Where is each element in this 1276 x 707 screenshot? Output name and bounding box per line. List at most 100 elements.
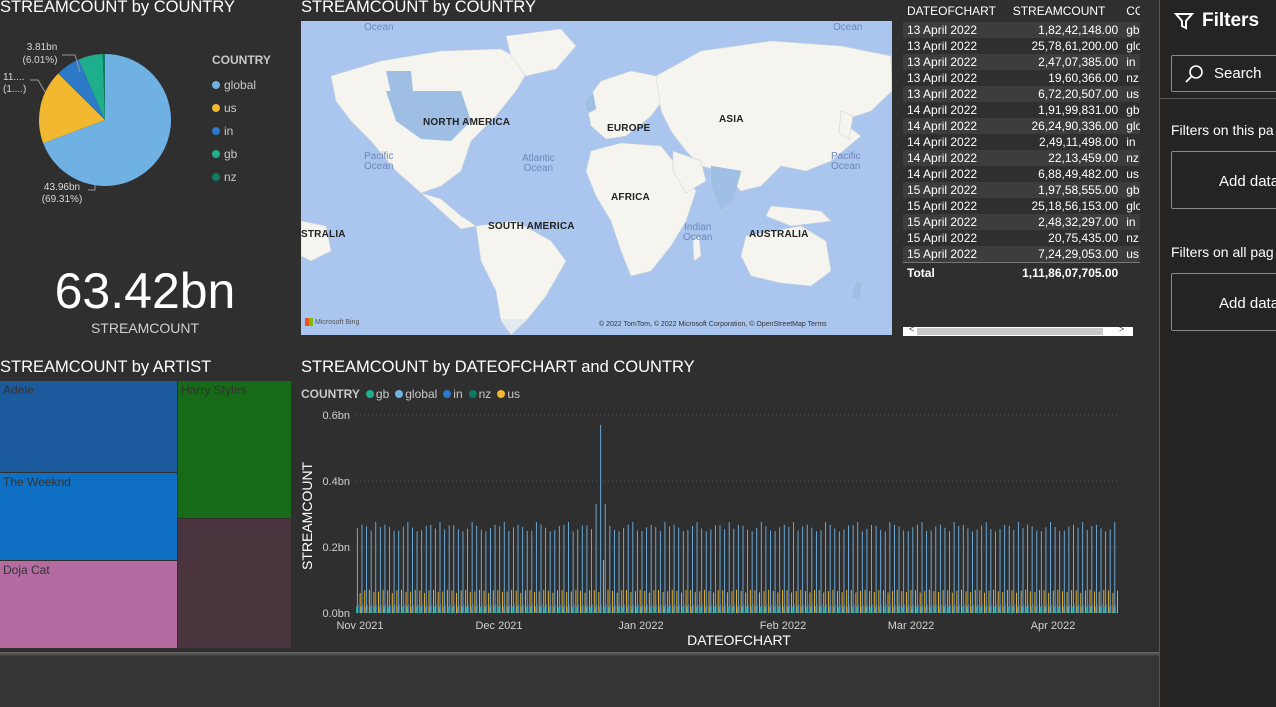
column-bar-in[interactable]: [982, 604, 984, 613]
column-bar-nz[interactable]: [381, 612, 383, 613]
column-bar-gb[interactable]: [613, 606, 614, 613]
column-bar-gb[interactable]: [796, 606, 798, 613]
table-row[interactable]: 14 April 2022 6,88,49,482.00 us: [903, 166, 1140, 182]
column-bar-us[interactable]: [501, 591, 503, 613]
column-bar-in[interactable]: [908, 604, 910, 613]
column-bar-us[interactable]: [593, 589, 595, 613]
column-bar-us[interactable]: [378, 591, 379, 613]
column-bar-us[interactable]: [396, 590, 398, 613]
column-bar-us[interactable]: [919, 592, 921, 613]
column-bar-us[interactable]: [791, 592, 793, 613]
column-bar-gb[interactable]: [948, 606, 950, 613]
column-bar-gb[interactable]: [994, 606, 995, 613]
column-bar-nz[interactable]: [1065, 612, 1067, 613]
column-bar-in[interactable]: [720, 604, 722, 613]
column-bar-us[interactable]: [694, 592, 696, 613]
column-bar-global[interactable]: [384, 524, 386, 613]
column-bar-gb[interactable]: [594, 606, 596, 613]
column-bar-gb[interactable]: [411, 606, 413, 613]
column-bar-in[interactable]: [766, 604, 768, 613]
column-bar-global[interactable]: [793, 522, 794, 613]
column-bar-in[interactable]: [692, 604, 694, 613]
column-bar-gb[interactable]: [544, 606, 546, 613]
column-bar-global[interactable]: [407, 522, 409, 613]
treemap[interactable]: Adele Harry Styles The Weeknd Doja Cat: [0, 381, 291, 648]
column-legend-item-in[interactable]: in: [443, 387, 463, 401]
column-bar-global[interactable]: [1022, 528, 1024, 613]
column-bar-us[interactable]: [1066, 591, 1068, 613]
column-bar-gb[interactable]: [961, 606, 963, 613]
column-bar-global[interactable]: [471, 522, 473, 613]
column-bar-us[interactable]: [511, 589, 513, 613]
column-bar-us[interactable]: [749, 590, 751, 613]
column-bar-us[interactable]: [846, 590, 848, 613]
column-bar-us[interactable]: [1020, 590, 1022, 613]
column-bar-in[interactable]: [922, 604, 924, 613]
column-bar-gb[interactable]: [1017, 606, 1018, 613]
column-bar-nz[interactable]: [836, 612, 838, 613]
column-bar-global[interactable]: [554, 530, 556, 613]
column-bar-gb[interactable]: [723, 606, 725, 613]
column-bar-in[interactable]: [1023, 604, 1025, 613]
column-bar-us[interactable]: [708, 590, 710, 613]
column-bar-gb[interactable]: [484, 606, 486, 613]
column-bar-gb[interactable]: [654, 606, 656, 613]
column-bar-global[interactable]: [875, 525, 877, 613]
column-bar-gb[interactable]: [406, 606, 408, 613]
column-bar-nz[interactable]: [983, 612, 984, 613]
column-bar-gb[interactable]: [787, 606, 789, 613]
column-bar-in[interactable]: [596, 604, 598, 613]
column-bar-us[interactable]: [667, 591, 669, 613]
column-bar-in[interactable]: [986, 604, 988, 613]
column-bar-us[interactable]: [745, 592, 747, 613]
column-bar-in[interactable]: [949, 604, 951, 613]
column-bar-global[interactable]: [623, 528, 625, 613]
column-bar-global[interactable]: [765, 526, 767, 613]
column-bar-global[interactable]: [1004, 525, 1006, 613]
column-bar-nz[interactable]: [748, 612, 750, 613]
column-bar-gb[interactable]: [489, 606, 491, 613]
column-bar-gb[interactable]: [502, 606, 504, 613]
column-bar-nz[interactable]: [1019, 612, 1021, 613]
column-bar-us[interactable]: [671, 589, 673, 613]
column-bar-global[interactable]: [806, 524, 808, 613]
table-row[interactable]: 15 April 2022 2,48,32,297.00 in: [903, 214, 1140, 230]
column-bar-us[interactable]: [364, 590, 366, 613]
column-bar-us[interactable]: [933, 591, 935, 613]
column-bar-nz[interactable]: [634, 612, 636, 613]
add-data-fields-all-pages[interactable]: Add data: [1171, 273, 1276, 331]
column-bar-nz[interactable]: [882, 612, 883, 613]
column-bar-gb[interactable]: [782, 606, 784, 613]
column-bar-gb[interactable]: [741, 606, 743, 613]
treemap-tile-harry-styles[interactable]: Harry Styles: [178, 381, 291, 518]
column-bar-global[interactable]: [659, 530, 661, 613]
column-bar-nz[interactable]: [363, 612, 365, 613]
column-bar-nz[interactable]: [992, 612, 994, 613]
column-bar-nz[interactable]: [519, 612, 521, 613]
column-bar-in[interactable]: [936, 604, 938, 613]
column-bar-in[interactable]: [1000, 604, 1002, 613]
column-bar-global[interactable]: [577, 529, 579, 613]
column-bar-nz[interactable]: [455, 612, 457, 613]
treemap-tile-adele[interactable]: Adele: [0, 381, 177, 472]
column-bar-global[interactable]: [604, 504, 606, 613]
column-bar-us[interactable]: [589, 590, 591, 613]
column-bar-in[interactable]: [669, 604, 671, 613]
column-bar-us[interactable]: [809, 592, 811, 613]
column-bar-global[interactable]: [756, 528, 758, 613]
column-bar-gb[interactable]: [525, 606, 527, 613]
column-bar-global[interactable]: [669, 526, 670, 613]
column-bar-nz[interactable]: [854, 612, 856, 613]
column-bar-in[interactable]: [481, 604, 483, 613]
column-bar-global[interactable]: [953, 522, 955, 613]
column-bar-global[interactable]: [802, 526, 804, 613]
column-bar-nz[interactable]: [358, 612, 360, 613]
column-bar-nz[interactable]: [863, 612, 865, 613]
column-bar-in[interactable]: [445, 604, 446, 613]
column-bar-in[interactable]: [780, 604, 782, 613]
column-bar-nz[interactable]: [1097, 612, 1099, 613]
column-bar-us[interactable]: [635, 591, 637, 613]
column-bar-gb[interactable]: [521, 606, 523, 613]
column-bar-global[interactable]: [1031, 526, 1033, 613]
column-bar-us[interactable]: [561, 589, 563, 613]
